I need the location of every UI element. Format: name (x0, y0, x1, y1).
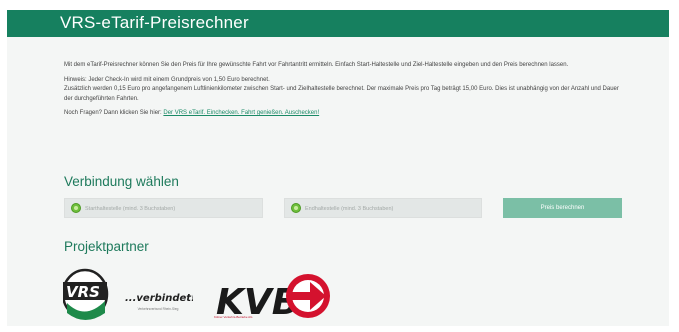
start-stop-field[interactable] (64, 198, 263, 218)
intro-paragraph-description: Mit dem eTarif-Preisrechner können Sie d… (64, 62, 569, 68)
vrs-logo-text: VRS (66, 283, 100, 301)
kvb-subtitle: Kölner Verkehrs-Betriebe AG (214, 315, 253, 319)
end-stop-field[interactable] (284, 198, 482, 218)
page-frame: VRS-eTarif-Preisrechner Mit dem eTarif-P… (7, 10, 669, 326)
vrs-tagline: ...verbindet! (125, 293, 193, 304)
calculate-price-button[interactable]: Preis berechnen (503, 198, 622, 218)
connection-section-title: Verbindung wählen (64, 174, 179, 189)
end-stop-input[interactable] (305, 202, 475, 215)
hint-distance-price: Zusätzlich werden 0,15 Euro pro angefang… (64, 86, 619, 102)
partners-section-title: Projektpartner (64, 239, 149, 254)
etarif-info-link[interactable]: Der VRS eTarif. Einchecken. Fahrt genieß… (163, 110, 319, 116)
vrs-subtitle: Verkehrsverbund Rhein-Sieg (137, 307, 179, 311)
start-stop-input[interactable] (85, 202, 255, 215)
green-circle-icon (71, 203, 81, 213)
vrs-logo: VRS ...verbindet! (63, 268, 193, 320)
hint-base-price: Hinweis: Jeder Check-In wird mit einem G… (64, 76, 270, 83)
intro-text: Mit dem eTarif-Preisrechner können Sie d… (64, 61, 624, 124)
page-title: VRS-eTarif-Preisrechner (60, 13, 249, 32)
green-circle-icon (291, 203, 301, 213)
intro-paragraph-questions: Noch Fragen? Dann klicken Sie hier: Der … (64, 109, 624, 119)
page-header: VRS-eTarif-Preisrechner (7, 10, 669, 37)
questions-prefix: Noch Fragen? Dann klicken Sie hier: (64, 110, 162, 116)
intro-paragraph-hint: Hinweis: Jeder Check-In wird mit einem G… (64, 76, 624, 105)
